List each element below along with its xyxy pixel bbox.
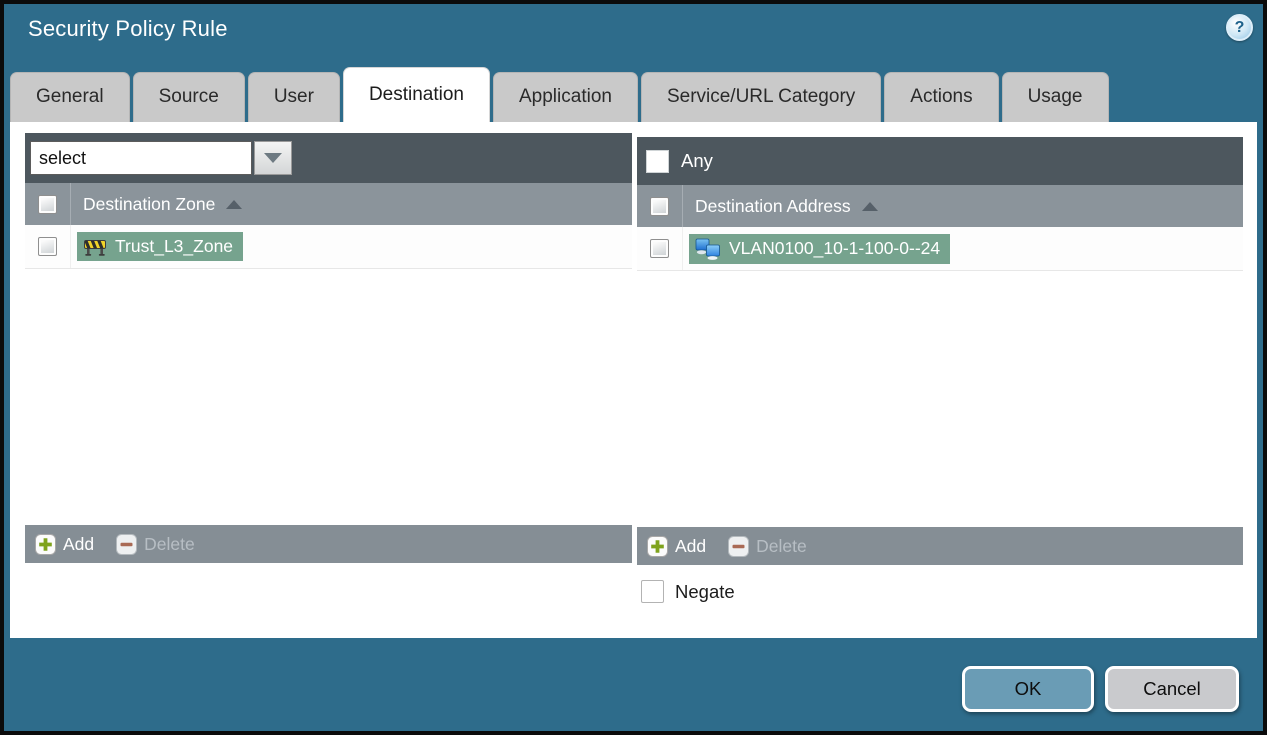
- zone-footer-bar: Add Delete: [25, 525, 632, 563]
- zone-chip-label: Trust_L3_Zone: [115, 236, 234, 256]
- zone-delete-label: Delete: [144, 533, 195, 554]
- address-column-label: Destination Address: [695, 195, 851, 216]
- tab-destination[interactable]: Destination: [342, 67, 490, 122]
- address-sort-header[interactable]: Destination Address: [683, 196, 878, 217]
- zone-sort-header[interactable]: Destination Zone: [71, 193, 243, 215]
- plus-icon: [35, 533, 56, 555]
- help-icon[interactable]: ?: [1226, 14, 1253, 41]
- cancel-button[interactable]: Cancel: [1105, 666, 1239, 712]
- any-checkbox[interactable]: [646, 149, 669, 173]
- sort-ascending-icon: [861, 201, 878, 211]
- address-footer-bar: Add Delete: [637, 527, 1243, 565]
- tab-user[interactable]: User: [247, 72, 340, 122]
- address-chip-label: VLAN0100_10-1-100-0--24: [729, 238, 941, 258]
- any-bar: Any: [637, 137, 1243, 185]
- address-icon: [695, 238, 720, 260]
- zone-list: Trust_L3_Zone: [25, 225, 632, 525]
- address-row-checkbox[interactable]: [650, 239, 669, 258]
- minus-icon: [116, 533, 138, 555]
- address-add-label: Add: [675, 535, 707, 556]
- address-delete-label: Delete: [756, 535, 807, 556]
- address-add-button[interactable]: Add: [647, 535, 707, 557]
- address-chip[interactable]: VLAN0100_10-1-100-0--24: [689, 233, 951, 264]
- zone-add-label: Add: [63, 533, 95, 554]
- security-policy-rule-dialog: Security Policy Rule ? General Source Us…: [0, 0, 1267, 735]
- address-select-all-checkbox[interactable]: [650, 196, 669, 216]
- zone-select-input[interactable]: [30, 141, 252, 175]
- zone-add-button[interactable]: Add: [35, 533, 95, 555]
- chevron-down-icon: [264, 153, 282, 163]
- tab-service-url-category[interactable]: Service/URL Category: [640, 72, 882, 122]
- ok-button[interactable]: OK: [962, 666, 1094, 712]
- zone-delete-button[interactable]: Delete: [116, 533, 195, 555]
- dialog-title: Security Policy Rule: [28, 16, 228, 41]
- tab-bar: General Source User Destination Applicat…: [10, 67, 1112, 122]
- tab-application[interactable]: Application: [493, 72, 638, 122]
- zone-select-dropdown-button[interactable]: [254, 141, 292, 175]
- zone-select-all-checkbox[interactable]: [38, 194, 57, 214]
- tab-usage[interactable]: Usage: [1001, 72, 1109, 122]
- zone-row-checkbox-cell: [25, 225, 71, 268]
- address-delete-button[interactable]: Delete: [728, 535, 807, 557]
- zone-column-label: Destination Zone: [83, 193, 216, 214]
- address-row-checkbox-cell: [637, 227, 683, 270]
- tab-source[interactable]: Source: [132, 72, 245, 122]
- zone-column-header: Destination Zone: [25, 183, 632, 225]
- tab-general[interactable]: General: [10, 72, 130, 122]
- zone-header-checkbox-cell: [25, 183, 71, 225]
- destination-address-panel: Any Destination Address VLAN0100_10-1-10…: [637, 137, 1243, 565]
- sort-ascending-icon: [226, 199, 243, 209]
- destination-zone-panel: Destination Zone: [25, 133, 632, 563]
- zone-select-bar: [25, 133, 632, 183]
- zone-chip[interactable]: Trust_L3_Zone: [77, 232, 244, 261]
- zone-icon: [84, 239, 106, 256]
- address-header-checkbox-cell: [637, 185, 683, 227]
- tab-actions[interactable]: Actions: [884, 72, 999, 122]
- negate-label: Negate: [675, 580, 735, 602]
- address-list: VLAN0100_10-1-100-0--24: [637, 227, 1243, 527]
- plus-icon: [647, 535, 668, 557]
- negate-row: Negate: [641, 580, 735, 603]
- table-row: VLAN0100_10-1-100-0--24: [637, 227, 1243, 271]
- zone-row-checkbox[interactable]: [38, 237, 57, 256]
- any-label: Any: [681, 150, 713, 171]
- negate-checkbox[interactable]: [641, 580, 664, 603]
- destination-tab-content: Destination Zone: [10, 122, 1257, 638]
- minus-icon: [728, 535, 750, 557]
- address-column-header: Destination Address: [637, 185, 1243, 227]
- table-row: Trust_L3_Zone: [25, 225, 632, 269]
